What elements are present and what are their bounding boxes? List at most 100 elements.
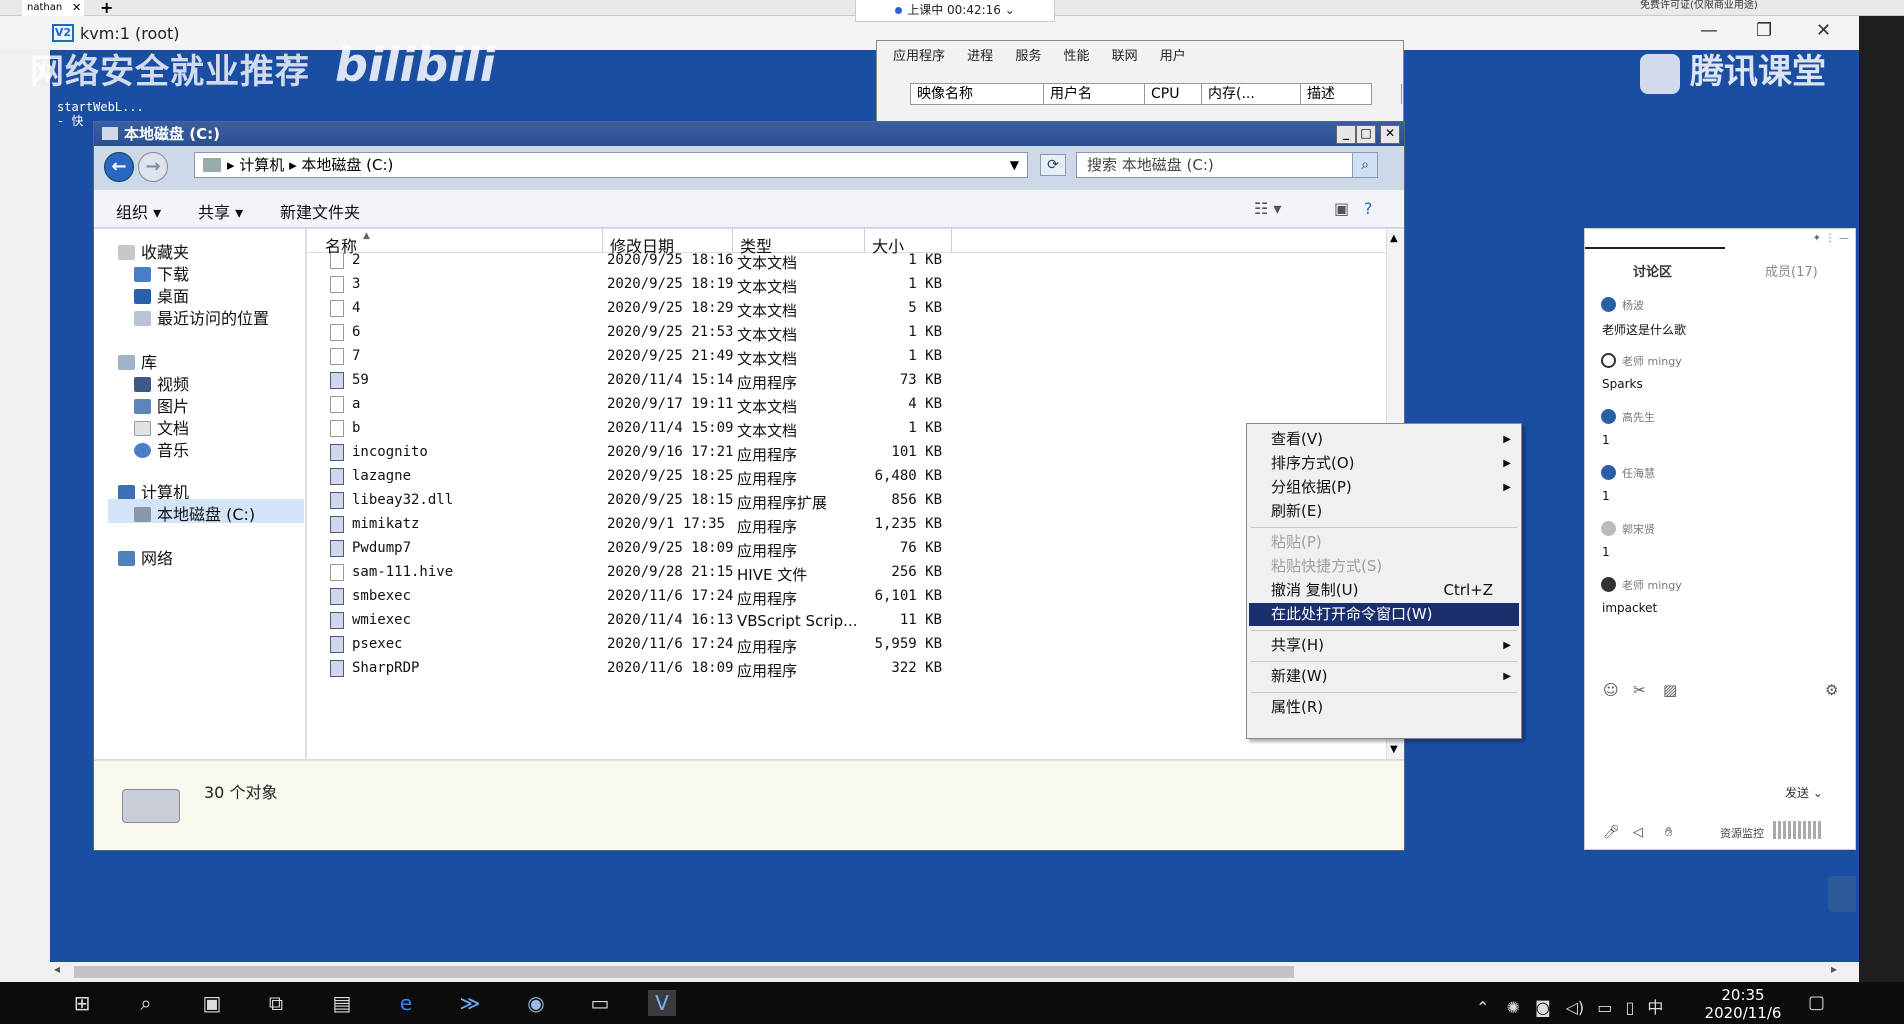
chevron-up-icon[interactable]: ⌃ [1476,998,1489,1017]
more-icon[interactable]: ⋮ [1825,233,1835,244]
menu-item[interactable]: 共享(H) ▶ [1249,634,1519,657]
image-icon[interactable]: ▨ [1663,681,1677,699]
preview-pane-icon[interactable]: ▣ [1334,199,1349,218]
menu-item[interactable]: 撤消 复制(U) Ctrl+Z [1249,579,1519,602]
maximize-icon[interactable]: □ [1356,125,1376,144]
scroll-up-icon[interactable]: ▲ [1390,233,1398,244]
notification-icon[interactable]: ▢ [1808,992,1825,1013]
forward-arrow-icon[interactable]: → [138,152,168,182]
column-divider[interactable] [732,229,733,253]
sidebar-item-documents[interactable]: 文档 [134,415,189,439]
column-divider[interactable] [602,229,603,253]
sidebar-item-recent[interactable]: 最近访问的位置 [134,305,269,329]
app-tray-icon-2[interactable]: ◙ [1535,998,1551,1017]
terminal-icon[interactable]: ▭ [586,990,614,1016]
minimize-icon[interactable]: _ [1336,125,1356,144]
col-description[interactable]: 描述 [1301,84,1402,104]
new-folder-button[interactable]: 新建文件夹 [280,199,360,223]
menu-item[interactable]: 排序方式(O) ▶ [1249,452,1519,475]
photos-app-icon[interactable]: ▣ [198,990,226,1016]
tab-networking[interactable]: 联网 [1112,49,1138,64]
menu-item[interactable]: 分组依据(P) ▶ [1249,476,1519,499]
chevron-down-icon[interactable]: ▼ [1010,153,1019,177]
pin-icon[interactable]: ✦ [1813,233,1821,244]
file-explorer-icon[interactable]: ▤ [328,990,356,1016]
tab-members[interactable]: 成员(17) [1765,261,1818,280]
tab-users[interactable]: 用户 [1160,49,1186,64]
new-tab-icon[interactable]: + [100,0,113,17]
avatar[interactable] [1601,353,1616,368]
address-bar[interactable]: ▸ 计算机 ▸ 本地磁盘 (C:) ▼ [194,152,1028,178]
sidebar-item-videos[interactable]: 视频 [134,371,189,395]
column-divider[interactable] [951,229,952,253]
scroll-down-icon[interactable]: ▼ [1390,744,1398,755]
search-icon[interactable]: ⌕ [1352,152,1378,178]
network-icon[interactable]: ▯ [1625,998,1634,1017]
column-divider[interactable] [864,229,865,253]
sidebar-item-pictures[interactable]: 图片 [134,393,189,417]
scroll-thumb[interactable] [74,966,1294,978]
remote-desktop-icon[interactable]: ⧉ [262,990,290,1016]
windows-start-icon[interactable]: ⊞ [68,990,96,1016]
scroll-left-icon[interactable]: ◂ [54,962,60,976]
sidebar-item-network[interactable]: 网络 [118,545,173,569]
sidebar-item-downloads[interactable]: 下载 [134,261,189,285]
breadcrumb[interactable]: ▸ 计算机 ▸ 本地磁盘 (C:) [227,156,393,174]
menu-item[interactable]: 刷新(E) [1249,500,1519,523]
col-image-name[interactable]: 映像名称 [911,84,1044,104]
share-button[interactable]: 共享 ▾ [198,199,243,223]
search-input[interactable]: 搜索 本地磁盘 (C:) ⌕ [1076,152,1378,178]
resource-monitor-label[interactable]: 资源监控 [1720,825,1764,841]
refresh-icon[interactable]: ⟳ [1040,154,1066,176]
avatar[interactable] [1601,297,1616,312]
vm-horizontal-scrollbar[interactable]: ◂ ▸ [50,962,1859,980]
chrome-icon[interactable]: ◉ [522,990,550,1016]
col-memory[interactable]: 内存(... [1202,84,1301,104]
volume-icon[interactable]: ◁) [1566,998,1585,1017]
sidebar-item-music[interactable]: 音乐 [134,437,189,461]
search-icon[interactable]: ⌕ [132,990,160,1016]
avatar[interactable] [1601,409,1616,424]
minimize-icon[interactable]: — [1700,20,1718,41]
avatar[interactable] [1601,465,1616,480]
send-button[interactable]: 发送 ⌄ [1785,784,1823,801]
sidebar-item-favorites[interactable]: 收藏夹 [118,239,189,263]
menu-item[interactable]: 属性(R) [1249,696,1519,719]
help-icon[interactable]: ? [1364,199,1373,218]
app-tray-icon[interactable]: ✺ [1507,998,1520,1017]
close-icon[interactable]: ✕ [1380,125,1400,144]
settings-icon[interactable]: ⚙ [1825,681,1838,699]
battery-icon[interactable]: ▭ [1597,998,1612,1017]
view-options-icon[interactable]: ☷ ▾ [1254,199,1281,218]
tab-performance[interactable]: 性能 [1063,49,1089,64]
class-status-pill[interactable]: 上课中 00:42:16 ⌄ [855,0,1055,22]
powershell-icon[interactable]: ≫ [456,990,484,1016]
maximize-icon[interactable]: ❐ [1756,20,1772,41]
sidebar-item-libraries[interactable]: 库 [118,349,157,373]
menu-item[interactable]: 查看(V) ▶ [1249,428,1519,451]
vm-viewer-icon[interactable]: V [648,990,676,1016]
avatar[interactable] [1601,521,1616,536]
close-tab-icon[interactable]: ✕ [72,0,81,16]
hand-raise-icon[interactable]: ✋︎ [1665,825,1672,840]
tab-services[interactable]: 服务 [1015,49,1041,64]
col-user-name[interactable]: 用户名 [1044,84,1145,104]
panel-toggle-icon[interactable] [1828,876,1856,912]
microphone-icon[interactable]: 🎤︎ [1603,825,1620,840]
scissors-icon[interactable]: ✂ [1633,681,1646,699]
scroll-right-icon[interactable]: ▸ [1831,962,1837,976]
speaker-icon[interactable]: ◁ [1633,825,1643,840]
clock[interactable]: 20:35 2020/11/6 [1700,986,1786,1022]
close-icon[interactable]: ✕ [1816,20,1831,41]
tab-discussion[interactable]: 讨论区 [1633,261,1672,280]
task-manager-window[interactable]: 应用程序 进程 服务 性能 联网 用户 映像名称 用户名 CPU 内存(... 描述 [876,40,1404,130]
sidebar-item-local-disk[interactable]: 本地磁盘 (C:) [108,499,304,524]
emoji-icon[interactable]: ☺ [1603,681,1619,699]
avatar[interactable] [1601,577,1616,592]
tab-processes[interactable]: 进程 [967,49,993,64]
sidebar-item-desktop[interactable]: 桌面 [134,283,189,307]
tab-applications[interactable]: 应用程序 [893,49,945,64]
edge-browser-icon[interactable]: e [392,990,420,1016]
file-row[interactable]: SharpRDP 2020/11/6 18:09 应用程序 322 KB [307,655,1367,684]
menu-item[interactable]: 新建(W) ▶ [1249,665,1519,688]
